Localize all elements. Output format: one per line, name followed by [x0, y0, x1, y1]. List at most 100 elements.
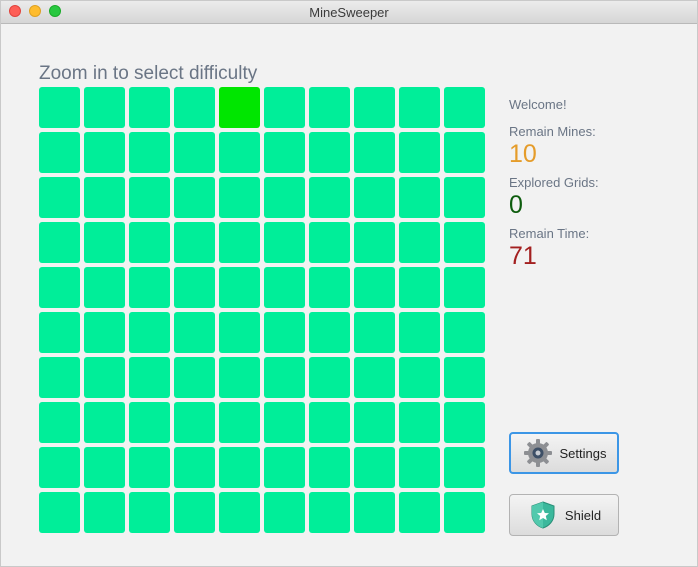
grid-cell[interactable]: [309, 132, 350, 173]
grid-cell[interactable]: [174, 177, 215, 218]
grid-cell[interactable]: [399, 492, 440, 533]
grid-cell[interactable]: [444, 222, 485, 263]
grid-cell[interactable]: [39, 447, 80, 488]
grid-cell[interactable]: [309, 222, 350, 263]
close-window-button[interactable]: [9, 5, 21, 17]
grid-cell[interactable]: [444, 177, 485, 218]
grid-cell[interactable]: [264, 267, 305, 308]
grid-cell[interactable]: [84, 357, 125, 398]
grid-cell[interactable]: [129, 222, 170, 263]
grid-cell[interactable]: [354, 267, 395, 308]
grid-cell[interactable]: [39, 402, 80, 443]
grid-cell[interactable]: [174, 222, 215, 263]
grid-cell[interactable]: [39, 87, 80, 128]
grid-cell[interactable]: [444, 447, 485, 488]
grid-cell[interactable]: [219, 132, 260, 173]
grid-cell[interactable]: [264, 312, 305, 353]
grid-cell[interactable]: [309, 402, 350, 443]
grid-cell[interactable]: [219, 267, 260, 308]
grid-cell[interactable]: [399, 222, 440, 263]
grid-cell[interactable]: [264, 492, 305, 533]
settings-button[interactable]: Settings: [509, 432, 619, 474]
minimize-window-button[interactable]: [29, 5, 41, 17]
grid-cell[interactable]: [399, 447, 440, 488]
grid-cell[interactable]: [444, 132, 485, 173]
grid-cell[interactable]: [354, 222, 395, 263]
grid-cell[interactable]: [309, 87, 350, 128]
grid-cell[interactable]: [399, 87, 440, 128]
grid-cell[interactable]: [444, 492, 485, 533]
grid-cell[interactable]: [174, 357, 215, 398]
grid-cell[interactable]: [129, 177, 170, 218]
grid-cell[interactable]: [39, 357, 80, 398]
grid-cell[interactable]: [264, 177, 305, 218]
grid-cell[interactable]: [174, 312, 215, 353]
grid-cell[interactable]: [264, 402, 305, 443]
grid-cell[interactable]: [309, 177, 350, 218]
grid-cell[interactable]: [264, 87, 305, 128]
grid-cell[interactable]: [219, 402, 260, 443]
grid-cell[interactable]: [129, 492, 170, 533]
grid-cell[interactable]: [444, 312, 485, 353]
grid-cell[interactable]: [219, 357, 260, 398]
grid-cell[interactable]: [399, 402, 440, 443]
zoom-window-button[interactable]: [49, 5, 61, 17]
grid-cell[interactable]: [309, 267, 350, 308]
grid-cell[interactable]: [84, 402, 125, 443]
grid-cell[interactable]: [174, 447, 215, 488]
grid-cell[interactable]: [219, 87, 260, 128]
grid-cell[interactable]: [219, 177, 260, 218]
grid-cell[interactable]: [354, 492, 395, 533]
grid-cell[interactable]: [174, 402, 215, 443]
grid-cell[interactable]: [174, 267, 215, 308]
grid-cell[interactable]: [129, 132, 170, 173]
grid-cell[interactable]: [264, 447, 305, 488]
grid-cell[interactable]: [84, 222, 125, 263]
grid-cell[interactable]: [84, 267, 125, 308]
grid-cell[interactable]: [84, 447, 125, 488]
grid-cell[interactable]: [39, 267, 80, 308]
grid-cell[interactable]: [264, 357, 305, 398]
grid-cell[interactable]: [399, 267, 440, 308]
grid-cell[interactable]: [129, 267, 170, 308]
grid-cell[interactable]: [219, 222, 260, 263]
grid-cell[interactable]: [309, 492, 350, 533]
shield-button[interactable]: Shield: [509, 494, 619, 536]
grid-cell[interactable]: [219, 312, 260, 353]
grid-cell[interactable]: [39, 312, 80, 353]
grid-cell[interactable]: [399, 357, 440, 398]
grid-cell[interactable]: [354, 132, 395, 173]
grid-cell[interactable]: [39, 492, 80, 533]
grid-cell[interactable]: [354, 357, 395, 398]
grid-cell[interactable]: [444, 87, 485, 128]
grid-cell[interactable]: [84, 87, 125, 128]
grid-cell[interactable]: [264, 132, 305, 173]
grid-cell[interactable]: [354, 447, 395, 488]
grid-cell[interactable]: [129, 402, 170, 443]
grid-cell[interactable]: [129, 87, 170, 128]
grid-cell[interactable]: [39, 132, 80, 173]
grid-cell[interactable]: [84, 312, 125, 353]
grid-cell[interactable]: [129, 312, 170, 353]
grid-cell[interactable]: [174, 87, 215, 128]
grid-cell[interactable]: [174, 492, 215, 533]
grid-cell[interactable]: [264, 222, 305, 263]
grid-cell[interactable]: [84, 132, 125, 173]
grid-cell[interactable]: [399, 312, 440, 353]
grid-cell[interactable]: [444, 357, 485, 398]
grid-cell[interactable]: [444, 267, 485, 308]
grid-cell[interactable]: [309, 312, 350, 353]
grid-cell[interactable]: [84, 177, 125, 218]
grid-cell[interactable]: [129, 357, 170, 398]
grid-cell[interactable]: [354, 177, 395, 218]
grid-cell[interactable]: [129, 447, 170, 488]
grid-cell[interactable]: [354, 312, 395, 353]
grid-cell[interactable]: [219, 447, 260, 488]
grid-cell[interactable]: [309, 447, 350, 488]
grid-cell[interactable]: [309, 357, 350, 398]
grid-cell[interactable]: [39, 222, 80, 263]
grid-cell[interactable]: [399, 177, 440, 218]
grid-cell[interactable]: [444, 402, 485, 443]
grid-cell[interactable]: [354, 87, 395, 128]
grid-cell[interactable]: [399, 132, 440, 173]
